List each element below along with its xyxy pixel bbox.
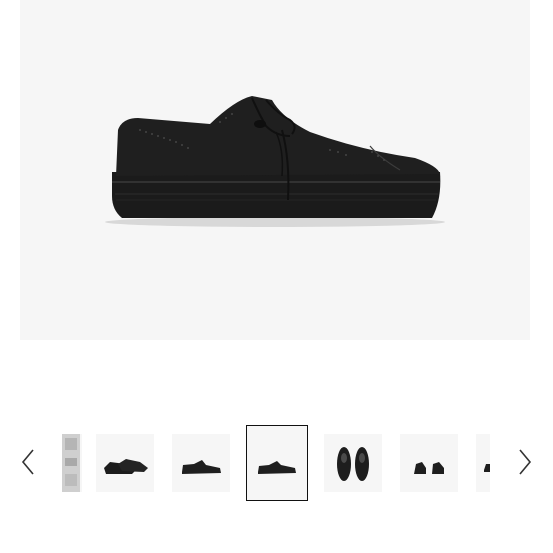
thumbnail-shoe-pair-front[interactable] [400,434,458,492]
next-arrow-button[interactable] [513,447,537,481]
thumbnail-shoe-pair-angle[interactable] [96,434,154,492]
thumbnail-packaging[interactable] [62,434,82,492]
chevron-left-icon [21,448,35,480]
thumbnail-shoe-top-view[interactable] [324,434,382,492]
main-product-image [20,0,530,340]
thumbnail-shoe-partial[interactable] [476,434,490,492]
thumbnail-shoe-side-selected[interactable] [246,425,308,501]
thumbnail-shoe-side[interactable] [172,434,230,492]
prev-arrow-button[interactable] [16,447,40,481]
chevron-right-icon [518,448,532,480]
